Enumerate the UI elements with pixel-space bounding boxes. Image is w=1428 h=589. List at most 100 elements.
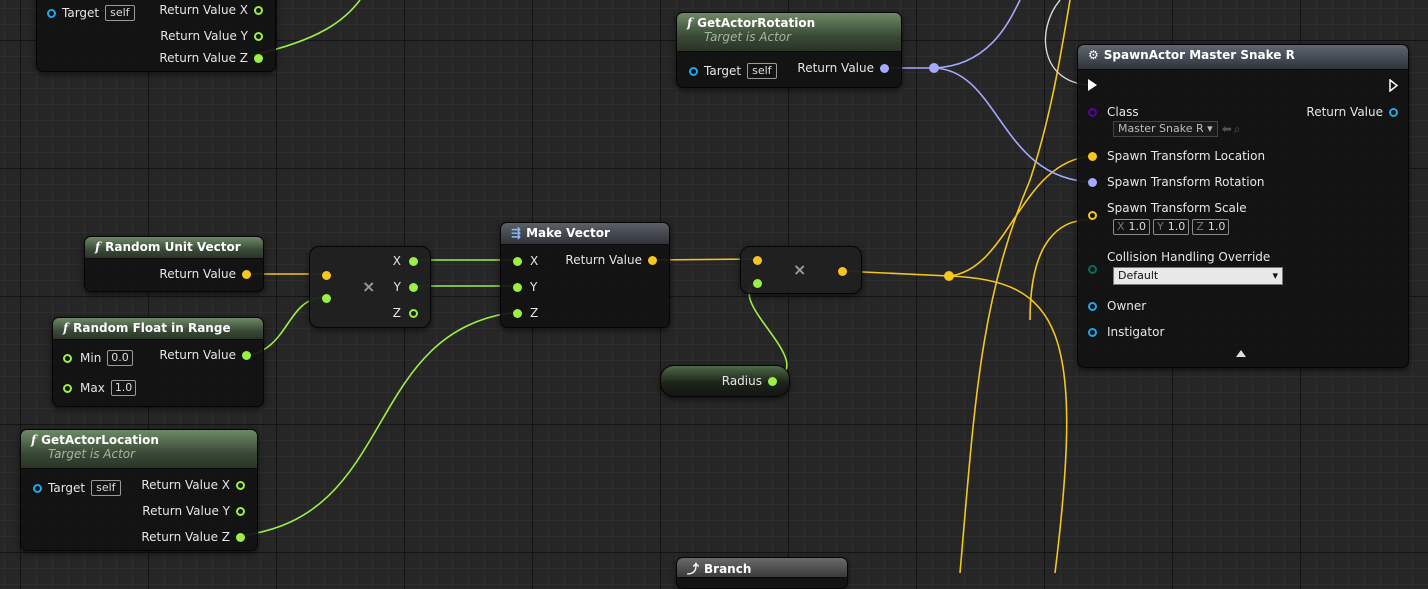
pin-row-scale[interactable] (1088, 211, 1097, 220)
pin-row-owner[interactable]: Owner (1088, 299, 1146, 313)
in-float-pin[interactable] (753, 279, 762, 288)
reroute-knot-rotation[interactable] (929, 63, 939, 73)
collision-pin[interactable] (1088, 265, 1097, 274)
pin-row-out-z[interactable]: Z (393, 306, 418, 320)
collapse-arrow[interactable] (1236, 350, 1246, 357)
node-header[interactable]: ⚙ SpawnActor Master Snake R (1078, 45, 1408, 70)
pin-row-target[interactable]: Target self (689, 63, 777, 79)
out-y-pin[interactable] (236, 506, 245, 516)
pin-row-class[interactable]: Class (1088, 105, 1139, 119)
in-x-pin[interactable] (513, 256, 522, 266)
node-random-float[interactable]: f Random Float in Range Min 0.0 Max 1.0 R… (52, 317, 264, 407)
out-x-pin[interactable] (254, 5, 263, 15)
pin-row-in-y[interactable]: Y (513, 280, 537, 294)
out-x-pin[interactable] (236, 480, 245, 490)
pin-row-location[interactable]: Spawn Transform Location (1088, 149, 1265, 163)
node-radius-getter[interactable]: Radius (660, 365, 790, 397)
pin-row-out-x[interactable]: X (393, 254, 418, 268)
return-value-pin[interactable] (242, 350, 251, 360)
exec-out-pin[interactable] (1389, 78, 1399, 93)
pin-row-out-y[interactable]: Y (394, 280, 418, 294)
scale-y-field[interactable]: Y 1.0 (1153, 219, 1190, 235)
pin-row-out-y[interactable]: Return Value Y (160, 29, 263, 43)
node-multiply-left[interactable]: × X Y Z (309, 246, 431, 328)
out-vector-pin[interactable] (838, 267, 847, 276)
self-field[interactable]: self (747, 63, 777, 79)
pin-row-radius[interactable]: Radius (722, 374, 777, 388)
node-top-left[interactable]: Target self Return Value X Return Value … (36, 0, 276, 72)
pin-row-instigator[interactable]: Instigator (1088, 325, 1164, 339)
radius-pin[interactable] (768, 376, 777, 386)
in-vector-pin[interactable] (753, 256, 762, 265)
return-value-pin[interactable] (242, 269, 251, 279)
reroute-knot-vector[interactable] (944, 271, 954, 281)
class-selector[interactable]: Master Snake R ▾ ⬅ ⌕ (1113, 121, 1240, 137)
instigator-pin[interactable] (1088, 327, 1097, 337)
max-field[interactable]: 1.0 (110, 380, 137, 396)
rotation-pin[interactable] (1088, 177, 1097, 187)
pin-row-in-z[interactable]: Z (513, 306, 538, 320)
node-random-unit-vector[interactable]: f Random Unit Vector Return Value (84, 236, 264, 292)
node-header[interactable]: f Random Unit Vector (85, 237, 263, 259)
out-y-pin[interactable] (254, 31, 263, 41)
return-value-pin[interactable] (1389, 107, 1398, 117)
out-z-pin[interactable] (409, 308, 418, 318)
scale-x-field[interactable]: X 1.0 (1113, 219, 1151, 235)
in-y-pin[interactable] (513, 282, 522, 292)
out-z-pin[interactable] (254, 53, 263, 63)
max-pin[interactable] (63, 383, 72, 393)
pin-row-out-x[interactable]: Return Value X (159, 3, 263, 17)
pin-row-rotation[interactable]: Spawn Transform Rotation (1088, 175, 1265, 189)
browse-icon[interactable]: ⌕ (1234, 122, 1241, 137)
pin-row-out-x[interactable]: Return Value X (141, 478, 245, 492)
collision-dropdown[interactable]: Default ▾ (1113, 267, 1283, 285)
in-float-pin[interactable] (322, 294, 331, 303)
node-multiply-right[interactable]: × (740, 246, 862, 294)
pin-row-max[interactable]: Max 1.0 (63, 380, 137, 396)
target-pin[interactable] (689, 66, 698, 76)
collision-select[interactable]: Default ▾ (1113, 267, 1283, 285)
self-field[interactable]: self (91, 480, 121, 496)
node-header[interactable]: f GetActorLocation Target is Actor (21, 430, 257, 469)
pin-row-out-z[interactable]: Return Value Z (159, 51, 263, 65)
node-get-actor-rotation[interactable]: f GetActorRotation Target is Actor Target… (676, 12, 902, 88)
min-pin[interactable] (63, 353, 72, 363)
scale-pin[interactable] (1088, 211, 1097, 220)
out-y-pin[interactable] (409, 282, 418, 292)
node-get-actor-location[interactable]: f GetActorLocation Target is Actor Target… (20, 429, 258, 551)
pin-row-return[interactable]: Return Value (565, 253, 657, 267)
pin-row-min[interactable]: Min 0.0 (63, 350, 133, 366)
node-header[interactable]: ⇶ Make Vector (501, 223, 669, 245)
location-pin[interactable] (1088, 151, 1097, 161)
pin-row-out-y[interactable]: Return Value Y (142, 504, 245, 518)
node-spawn-actor[interactable]: ⚙ SpawnActor Master Snake R Class Master … (1077, 44, 1409, 368)
out-z-pin[interactable] (236, 532, 245, 542)
pin-row-target[interactable]: Target self (47, 5, 135, 21)
out-x-pin[interactable] (409, 256, 418, 266)
pin-row-collision[interactable] (1088, 265, 1097, 274)
exec-in-pin[interactable] (1088, 79, 1097, 91)
node-header[interactable]: f GetActorRotation Target is Actor (677, 13, 901, 52)
pin-row-target[interactable]: Target self (33, 480, 121, 496)
owner-pin[interactable] (1088, 301, 1097, 311)
target-pin[interactable] (47, 8, 56, 18)
in-z-pin[interactable] (513, 308, 522, 318)
node-header[interactable]: f Random Float in Range (53, 318, 263, 340)
use-selected-icon[interactable]: ⬅ (1222, 122, 1232, 136)
pin-row-out-z[interactable]: Return Value Z (141, 530, 245, 544)
in-vector-pin[interactable] (322, 271, 331, 280)
pin-row-in-x[interactable]: X (513, 254, 538, 268)
pin-row-return[interactable]: Return Value (159, 348, 251, 362)
pin-row-return[interactable]: Return Value (1306, 105, 1398, 119)
target-pin[interactable] (33, 483, 42, 493)
node-header[interactable]: ⤴ Branch (677, 558, 847, 578)
node-branch[interactable]: ⤴ Branch (676, 557, 848, 589)
scale-z-field[interactable]: Z 1.0 (1192, 219, 1230, 235)
pin-row-return[interactable]: Return Value (159, 267, 251, 281)
class-pin[interactable] (1088, 107, 1097, 117)
scale-fields[interactable]: X 1.0 Y 1.0 Z 1.0 (1113, 219, 1232, 235)
min-field[interactable]: 0.0 (107, 350, 133, 366)
self-field[interactable]: self (105, 5, 135, 21)
return-value-pin[interactable] (648, 255, 657, 265)
class-dropdown[interactable]: Master Snake R ▾ (1113, 121, 1218, 137)
